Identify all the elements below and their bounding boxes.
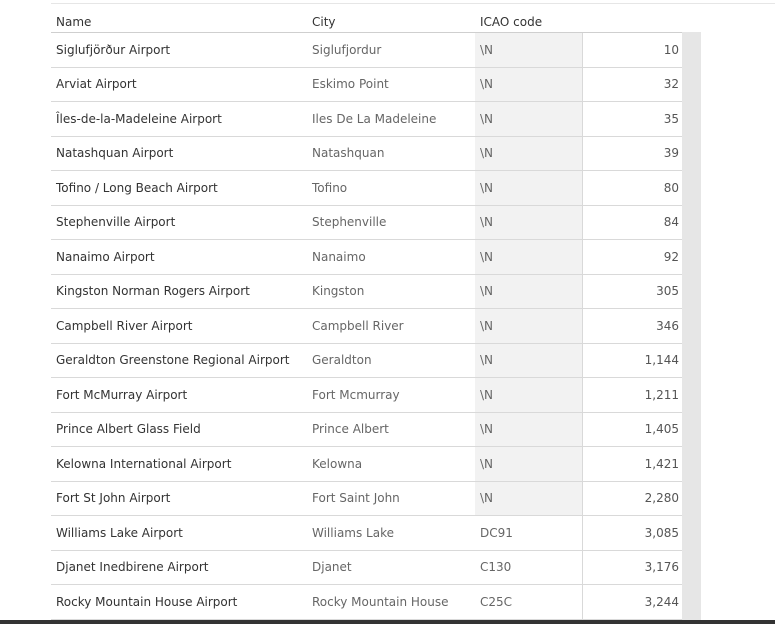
table-row[interactable]: Natashquan Airport Natashquan \N 39 (51, 136, 701, 171)
table-row[interactable]: Siglufjörður Airport Siglufjordur \N 10 (51, 33, 701, 68)
cell-city: Kelowna (312, 456, 363, 471)
cell-city: Natashquan (312, 146, 385, 161)
cell-icao: \N (475, 412, 586, 446)
cell-name: Djanet Inedbirene Airport (56, 560, 209, 575)
bottom-edge (0, 620, 775, 624)
cell-city: Campbell River (312, 318, 404, 333)
cell-name: Tofino / Long Beach Airport (56, 180, 218, 195)
cell-icao: \N (475, 343, 586, 377)
cell-city: Prince Albert (312, 422, 389, 437)
table-row[interactable]: Kelowna International Airport Kelowna \N 1,… (51, 447, 701, 482)
cell-name: Kelowna International Airport (56, 456, 232, 471)
cell-icao: \N (475, 274, 586, 308)
table-row[interactable]: Kingston Norman Rogers Airport Kingston \N… (51, 274, 701, 309)
table-row[interactable]: Rocky Mountain House Airport Rocky Mounta… (51, 585, 701, 620)
table-row[interactable]: Arviat Airport Eskimo Point \N 32 (51, 67, 701, 102)
table-row[interactable]: Nanaimo Airport Nanaimo \N 92 (51, 240, 701, 275)
table-viewer: Name City ICAO code Siglufjörður Airport… (0, 0, 775, 624)
table-row[interactable]: Djanet Inedbirene Airport Djanet C130 3,176 (51, 550, 701, 585)
cell-name: Fort McMurray Airport (56, 387, 188, 402)
cell-icao: \N (475, 240, 586, 274)
vertical-scrollbar[interactable] (682, 32, 701, 624)
cell-icao: C25C (480, 594, 513, 609)
cell-icao: \N (475, 378, 586, 412)
cell-icao: \N (475, 136, 586, 170)
cell-name: Prince Albert Glass Field (56, 422, 201, 437)
cell-name: Natashquan Airport (56, 146, 174, 161)
cell-city: Kingston (312, 284, 365, 299)
table-row[interactable]: Williams Lake Airport Williams Lake DC91 3,… (51, 516, 701, 551)
table-header: Name City ICAO code (51, 13, 701, 33)
cell-name: Fort St John Airport (56, 491, 171, 506)
cell-icao: \N (475, 67, 586, 101)
column-header-city[interactable]: City (312, 15, 336, 29)
cell-icao: \N (475, 481, 586, 515)
cell-city: Fort Saint John (312, 491, 400, 506)
top-divider (51, 3, 775, 4)
cell-name: Williams Lake Airport (56, 525, 183, 540)
cell-name: Nanaimo Airport (56, 249, 155, 264)
table-body: Siglufjörður Airport Siglufjordur \N 10 Arvi… (51, 33, 701, 620)
table-row[interactable]: Geraldton Greenstone Regional Airport Ger… (51, 343, 701, 378)
cell-city: Stephenville (312, 215, 387, 230)
cell-name: Campbell River Airport (56, 318, 193, 333)
table-row[interactable]: Stephenville Airport Stephenville \N 84 (51, 205, 701, 240)
cell-city: Nanaimo (312, 249, 366, 264)
cell-name: Kingston Norman Rogers Airport (56, 284, 250, 299)
cell-city: Geraldton (312, 353, 372, 368)
cell-icao: \N (475, 205, 586, 239)
cell-name: Stephenville Airport (56, 215, 176, 230)
cell-icao: C130 (480, 560, 512, 575)
cell-name: Îles-de-la-Madeleine Airport (56, 111, 222, 126)
cell-city: Iles De La Madeleine (312, 111, 437, 126)
cell-city: Siglufjordur (312, 42, 382, 57)
cell-city: Fort Mcmurray (312, 387, 400, 402)
table-row[interactable]: Prince Albert Glass Field Prince Albert \N… (51, 412, 701, 447)
cell-icao: DC91 (480, 525, 513, 540)
table-row[interactable]: Campbell River Airport Campbell River \N 34… (51, 309, 701, 344)
cell-icao: \N (475, 447, 586, 481)
column-header-name[interactable]: Name (56, 15, 91, 29)
cell-icao: \N (475, 102, 586, 136)
cell-icao: \N (475, 309, 586, 343)
cell-icao: \N (475, 33, 586, 67)
table-row[interactable]: Tofino / Long Beach Airport Tofino \N 80 (51, 171, 701, 206)
column-header-icao[interactable]: ICAO code (480, 15, 542, 29)
table-row[interactable]: Fort St John Airport Fort Saint John \N 2,2… (51, 481, 701, 516)
cell-name: Geraldton Greenstone Regional Airport (56, 353, 290, 368)
cell-name: Siglufjörður Airport (56, 42, 171, 57)
table-row[interactable]: Îles-de-la-Madeleine Airport Iles De La M… (51, 102, 701, 137)
cell-city: Tofino (312, 180, 348, 195)
table-row[interactable]: Fort McMurray Airport Fort Mcmurray \N 1,21… (51, 378, 701, 413)
cell-city: Eskimo Point (312, 77, 389, 92)
cell-city: Williams Lake (312, 525, 394, 540)
cell-icao: \N (475, 171, 586, 205)
cell-city: Rocky Mountain House (312, 594, 449, 609)
cell-city: Djanet (312, 560, 352, 575)
cell-name: Rocky Mountain House Airport (56, 594, 238, 609)
cell-name: Arviat Airport (56, 77, 137, 92)
